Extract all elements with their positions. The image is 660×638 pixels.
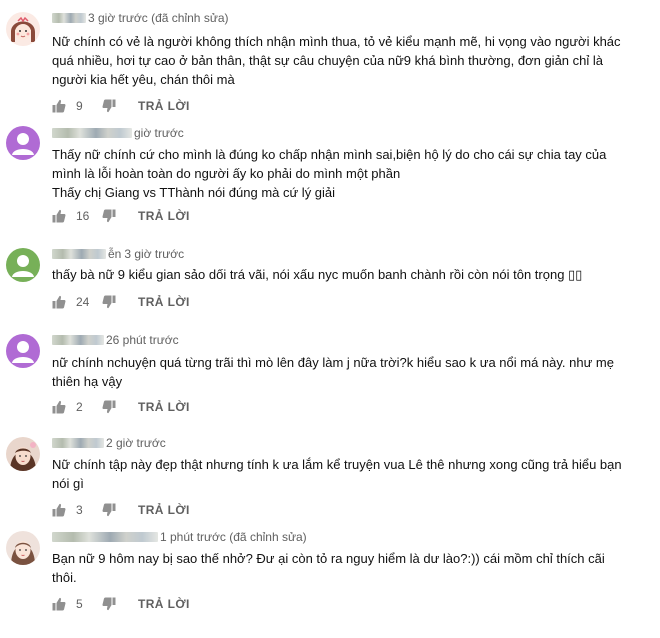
reply-button[interactable]: TRẢ LỜI <box>138 99 190 113</box>
reply-button[interactable]: TRẢ LỜI <box>138 295 190 309</box>
user-avatar[interactable] <box>6 248 40 282</box>
comment-text: thấy bà nữ 9 kiểu gian sảo dối trá vãi, … <box>52 267 583 282</box>
thumbs-down-icon[interactable] <box>102 400 116 414</box>
comment-text: Nữ chính có vẻ là người không thích nhận… <box>52 34 621 87</box>
comment-actions: 16 TRẢ LỜI <box>52 207 190 225</box>
user-avatar[interactable] <box>6 12 40 46</box>
comment-section: 3 giờ trước (đã chỉnh sửa) Nữ chính có v… <box>0 0 660 638</box>
thumbs-up-icon[interactable] <box>52 597 66 611</box>
reply-button[interactable]: TRẢ LỜI <box>138 400 190 414</box>
comment-timestamp[interactable]: 2 giờ trước <box>106 436 166 450</box>
blurred-username[interactable] <box>52 249 106 259</box>
thumbs-down-icon[interactable] <box>102 209 116 223</box>
blurred-username[interactable] <box>52 13 86 23</box>
thumbs-down-icon[interactable] <box>102 503 116 517</box>
user-avatar[interactable] <box>6 126 40 160</box>
blurred-username[interactable] <box>52 532 158 542</box>
comment-actions: 2 TRẢ LỜI <box>52 398 190 416</box>
comment-header: 1 phút trước (đã chỉnh sửa) <box>52 529 307 545</box>
comment-header: ễn 3 giờ trước <box>52 246 184 262</box>
comment-text: Thấy nữ chính cứ cho mình là đúng ko chấ… <box>52 147 607 200</box>
blurred-username[interactable] <box>52 128 132 138</box>
comment-actions: 3 TRẢ LỜI <box>52 501 190 519</box>
reply-button[interactable]: TRẢ LỜI <box>138 503 190 517</box>
comment-header: 3 giờ trước (đã chỉnh sửa) <box>52 10 229 26</box>
thumbs-down-icon[interactable] <box>102 597 116 611</box>
like-count: 3 <box>76 503 83 517</box>
thumbs-down-icon[interactable] <box>102 295 116 309</box>
thumbs-up-icon[interactable] <box>52 503 66 517</box>
user-avatar[interactable] <box>6 334 40 368</box>
comment-header: giờ trước <box>52 125 184 141</box>
like-count: 24 <box>76 295 90 309</box>
thumbs-up-icon[interactable] <box>52 400 66 414</box>
like-count: 5 <box>76 597 83 611</box>
blurred-username[interactable] <box>52 438 104 448</box>
comment-timestamp[interactable]: 3 giờ trước (đã chỉnh sửa) <box>88 11 229 25</box>
thumbs-up-icon[interactable] <box>52 295 66 309</box>
comment-timestamp[interactable]: 3 giờ trước <box>124 247 184 261</box>
thumbs-down-icon[interactable] <box>102 99 116 113</box>
comment-actions: 9 TRẢ LỜI <box>52 97 190 115</box>
like-count: 9 <box>76 99 83 113</box>
reply-button[interactable]: TRẢ LỜI <box>138 597 190 611</box>
comment-timestamp[interactable]: 1 phút trước (đã chỉnh sửa) <box>160 530 307 544</box>
comment-header: 26 phút trước <box>52 332 179 348</box>
comment-header: 2 giờ trước <box>52 435 166 451</box>
user-avatar[interactable] <box>6 531 40 565</box>
reply-button[interactable]: TRẢ LỜI <box>138 209 190 223</box>
comment-timestamp[interactable]: giờ trước <box>134 126 184 140</box>
comment-timestamp[interactable]: 26 phút trước <box>106 333 179 347</box>
like-count: 2 <box>76 400 83 414</box>
thumbs-up-icon[interactable] <box>52 99 66 113</box>
comment-text: Bạn nữ 9 hôm nay bị sao thế nhở? Đư ại c… <box>52 551 605 585</box>
username-suffix[interactable]: ễn <box>108 247 121 261</box>
like-count: 16 <box>76 209 90 223</box>
comment-actions: 24 TRẢ LỜI <box>52 293 190 311</box>
comment-actions: 5 TRẢ LỜI <box>52 595 190 613</box>
comment-text: Nữ chính tập này đẹp thật nhưng tính k ư… <box>52 457 622 491</box>
user-avatar[interactable] <box>6 437 40 471</box>
comment-text: nữ chính nchuyện quá từng trãi thì mò lê… <box>52 355 614 389</box>
thumbs-up-icon[interactable] <box>52 209 66 223</box>
blurred-username[interactable] <box>52 335 104 345</box>
